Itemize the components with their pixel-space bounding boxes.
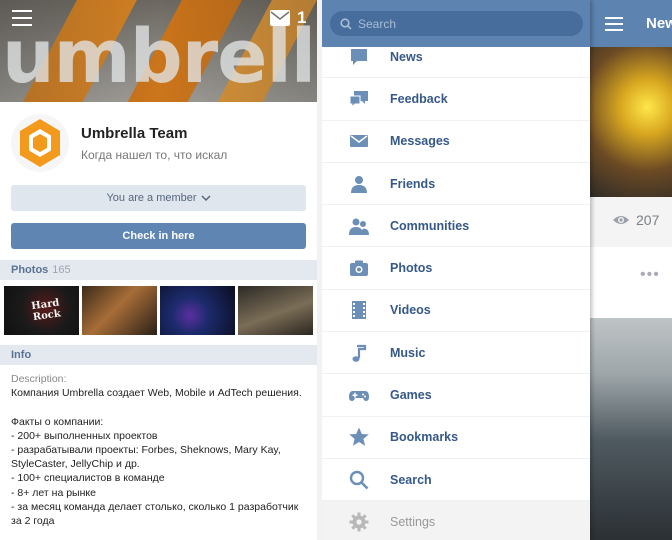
star-icon [349, 427, 369, 447]
more-options-icon[interactable]: ••• [640, 266, 660, 284]
menu-item-label: Settings [390, 514, 436, 529]
news-icon [351, 48, 367, 65]
menu-item-games[interactable]: Games [322, 374, 590, 417]
menu-item-bookmarks[interactable]: Bookmarks [322, 417, 590, 459]
menu-item-label: Friends [390, 176, 436, 191]
description-line: - 100+ специалистов в команде [11, 472, 165, 485]
group-header: Umbrella Team Когда нашел то, что искал [0, 102, 317, 182]
photos-count: 165 [52, 264, 71, 276]
menu-item-label: Search [390, 472, 432, 487]
search-icon [349, 470, 369, 490]
menu-item-label: Bookmarks [390, 430, 459, 445]
menu-item-label: News [390, 49, 423, 64]
menu-item-label: Communities [390, 218, 470, 233]
photo-thumbnail[interactable] [238, 286, 313, 335]
menu-item-label: Videos [390, 303, 431, 318]
menu-icon[interactable] [12, 10, 32, 26]
unread-count-badge: 1 [297, 8, 307, 27]
description-line: - за месяц команда делает столько, сколь… [11, 500, 302, 528]
post-image [590, 318, 672, 540]
description-line: Компания Umbrella создает Web, Mobile и … [11, 387, 302, 400]
menu-item-videos[interactable]: Videos [322, 290, 590, 333]
menu-item-messages[interactable]: Messages [322, 121, 590, 163]
menu-item-settings[interactable]: Settings [322, 501, 590, 540]
feed-title: New [646, 15, 672, 32]
description-line: - 200+ выполненных проектов [11, 429, 158, 442]
description-block: Description: Компания Umbrella создает W… [11, 372, 311, 528]
description-line: - 8+ лет на рынке [11, 486, 96, 499]
photo-thumbnail[interactable] [82, 286, 157, 335]
photo-strip: Hard Rock [4, 286, 313, 335]
group-name: Umbrella Team [81, 125, 188, 142]
menu-item-label: Games [390, 388, 432, 403]
gear-icon [349, 512, 369, 532]
menu-item-communities[interactable]: Communities [322, 205, 590, 248]
views-count: 207 [636, 212, 660, 228]
menu-item-label: Photos [390, 261, 433, 276]
film-icon [352, 301, 366, 320]
menu-item-music[interactable]: Music [322, 332, 590, 375]
app-with-drawer: New 207 ••• Search News Feedback Message… [322, 0, 672, 540]
chevron-down-icon [201, 195, 211, 202]
cover-image: umbrella 1 [0, 0, 317, 102]
friends-icon [351, 175, 367, 193]
photo-thumbnail[interactable] [160, 286, 235, 335]
menu-item-label: Music [390, 345, 426, 360]
description-label: Description: [11, 373, 67, 385]
camera-icon [350, 260, 368, 277]
menu-item-feedback[interactable]: Feedback [322, 78, 590, 121]
navigation-drawer: Search News Feedback Messages Friends Co… [322, 0, 590, 540]
check-in-button[interactable]: Check in here [11, 223, 306, 249]
post-meta [590, 197, 672, 247]
menu-item-news[interactable]: News [322, 36, 590, 79]
menu-item-search[interactable]: Search [322, 459, 590, 502]
membership-label: You are a member [106, 192, 197, 204]
search-input[interactable]: Search [330, 11, 583, 36]
membership-button[interactable]: You are a member [11, 185, 306, 211]
description-line [11, 400, 311, 414]
search-icon [340, 17, 352, 30]
menu-item-label: Feedback [390, 91, 448, 106]
group-status: Когда нашел то, что искал [81, 148, 228, 162]
photo-caption: Hard Rock [30, 297, 62, 324]
drawer-menu: News Feedback Messages Friends Communiti… [322, 36, 590, 540]
photos-section-title: Photos [11, 264, 49, 276]
menu-item-label: Messages [390, 134, 450, 149]
music-note-icon [352, 344, 367, 362]
umbrella-logo-icon [11, 114, 69, 172]
community-page: umbrella 1 Umbrella Team Когда нашел то,… [0, 0, 317, 540]
eye-icon [613, 216, 629, 224]
info-section-header: Info [0, 345, 317, 365]
mail-icon[interactable] [270, 10, 290, 26]
cover-logo-text: umbrella [2, 14, 317, 100]
description-line: Факты о компании: [11, 415, 104, 428]
feedback-icon [349, 90, 368, 109]
photo-thumbnail[interactable]: Hard Rock [4, 286, 79, 335]
post-image [590, 47, 672, 197]
communities-icon [349, 218, 369, 235]
menu-item-friends[interactable]: Friends [322, 163, 590, 206]
menu-item-photos[interactable]: Photos [322, 247, 590, 290]
messages-icon [350, 135, 368, 148]
search-placeholder: Search [358, 16, 397, 31]
gamepad-icon [349, 391, 369, 402]
menu-icon[interactable] [605, 17, 623, 31]
photos-section-header[interactable]: Photos 165 [0, 260, 317, 280]
description-line: - разрабатывали проекты: Forbes, Sheknow… [11, 444, 284, 471]
info-section-title: Info [11, 349, 32, 361]
